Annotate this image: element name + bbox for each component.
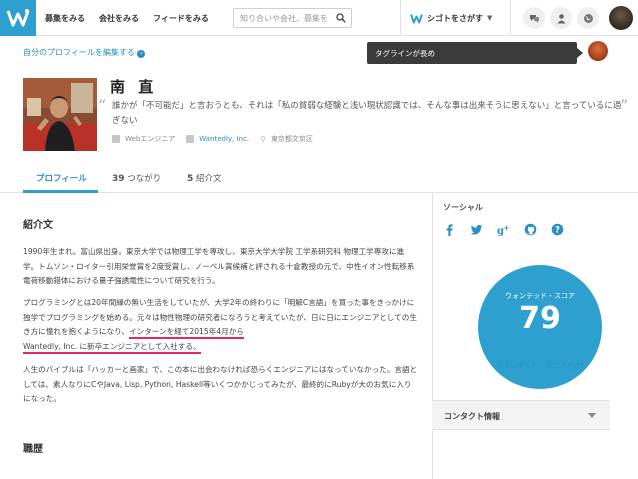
intro-paragraph-3: 人生のバイブルは「ハッカーと画家」で、この本に出会わなければ恐らくエンジニアには… <box>23 365 418 403</box>
search-input[interactable]: 知り合いや会社、募集を <box>233 8 352 28</box>
tab-connections-count: 39 <box>112 174 125 184</box>
job-icon <box>112 135 120 143</box>
googleplus-icon[interactable]: g + <box>497 223 510 236</box>
profile-tagline: 誰かが「不可能だ」と言おうとも、それは「私の貧弱な経験と浅い現状認識では、そんな… <box>112 101 622 126</box>
w-logo-icon <box>6 9 30 27</box>
person-icon <box>557 13 565 23</box>
contact-info-accordion[interactable]: コンタクト情報 <box>432 400 610 430</box>
chevron-down-icon: ▼ <box>487 14 493 22</box>
nav-divider <box>510 0 511 36</box>
profile-meta: Webエンジニア Wantedly, Inc. ⚲ 東京都文京区 <box>112 133 319 145</box>
edit-profile-link[interactable]: 自分のプロフィールを編集する › <box>23 47 146 58</box>
tab-profile[interactable]: プロフィール <box>36 172 87 184</box>
intro-highlight-1: インターンを経て2015年4月から <box>129 327 244 339</box>
search-icon[interactable] <box>336 13 346 23</box>
help-icon[interactable]: ? <box>551 223 564 236</box>
company-icon <box>186 135 195 143</box>
tab-connections[interactable]: 39 つながり <box>112 172 161 184</box>
svg-text:?: ? <box>555 226 560 236</box>
tooltip-arrow <box>577 48 583 58</box>
score-info-link[interactable]: ウォンテッド・スコアとは? <box>478 361 602 371</box>
tab-connections-label: つながり <box>127 174 162 184</box>
close-quote-icon: ” <box>620 96 629 115</box>
nav-divider <box>400 0 401 36</box>
people-button[interactable] <box>550 7 572 29</box>
top-nav: 募集をみる 会社をみる フィードをみる 知り合いや会社、募集を シゴトをさがす … <box>0 0 638 36</box>
nav-link-feed[interactable]: フィードをみる <box>153 13 209 24</box>
social-title: ソーシャル <box>443 203 483 212</box>
facebook-icon[interactable] <box>443 223 456 236</box>
find-jobs-label: シゴトをさがす <box>427 13 483 23</box>
notifications-button[interactable] <box>577 7 599 29</box>
intro-paragraph-2: プログラミングとは20年間縁の無い生活をしていたが、大学2年の終わりに「明解C言… <box>23 296 418 354</box>
contact-info-label: コンタクト情報 <box>444 412 500 421</box>
social-links: g + ? <box>443 223 564 236</box>
chat-icon <box>529 14 539 23</box>
svg-text:+: + <box>504 224 510 232</box>
intro-highlight-2: Wantedly, Inc. に新卒エンジニアとして入社する。 <box>23 341 201 354</box>
nav-link-companies[interactable]: 会社をみる <box>99 13 139 24</box>
twitter-icon[interactable] <box>470 223 483 236</box>
score-value: 79 <box>519 301 561 336</box>
profile-photo <box>23 78 97 151</box>
tab-profile-label: プロフィール <box>36 174 87 184</box>
tab-recommendations-count: 5 <box>187 174 194 184</box>
tab-recommendations-label: 紹介文 <box>195 174 222 184</box>
caret-down-icon <box>588 413 596 418</box>
globe-icon <box>583 13 593 23</box>
tooltip-avatar[interactable] <box>588 41 608 61</box>
job-title: Webエンジニア <box>125 135 176 143</box>
career-section-title: 職歴 <box>23 444 43 455</box>
tagline-tooltip: タグラインが長め <box>367 42 583 64</box>
profile-tabs: プロフィール 39 つながり 5 紹介文 <box>0 163 638 193</box>
score-label: ウォンテッド・スコア <box>505 292 575 300</box>
search-placeholder: 知り合いや会社、募集を <box>240 14 328 23</box>
user-avatar[interactable] <box>609 6 633 30</box>
nav-link-jobs[interactable]: 募集をみる <box>45 13 85 24</box>
tooltip-text: タグラインが長め <box>375 49 435 58</box>
active-tab-indicator <box>23 190 98 193</box>
arrow-right-circle-icon: › <box>137 50 146 58</box>
edit-profile-label: 自分のプロフィールを編集する <box>23 48 135 57</box>
profile-name: 南 直 <box>110 78 158 96</box>
open-quote-icon: “ <box>98 96 107 115</box>
intro-paragraph-1: 1990年生まれ。富山県出身。東京大学では物理工学を専攻し、東京大学大学院 工学… <box>23 247 415 285</box>
wantedly-logo[interactable] <box>0 0 36 36</box>
github-icon[interactable] <box>524 223 537 236</box>
w-mark-icon <box>410 13 423 23</box>
nav-links: 募集をみる 会社をみる フィードをみる <box>45 0 209 36</box>
tab-recommendations[interactable]: 5 紹介文 <box>187 172 221 184</box>
location-pin-icon: ⚲ <box>260 134 266 144</box>
company-link[interactable]: Wantedly, Inc. <box>199 135 249 143</box>
profile-photo-image <box>23 78 97 151</box>
column-divider <box>432 193 433 479</box>
messages-button[interactable] <box>523 7 545 29</box>
find-jobs-dropdown[interactable]: シゴトをさがす ▼ <box>410 0 492 36</box>
location-text: 東京都文京区 <box>270 135 313 143</box>
intro-section-title: 紹介文 <box>23 220 53 231</box>
